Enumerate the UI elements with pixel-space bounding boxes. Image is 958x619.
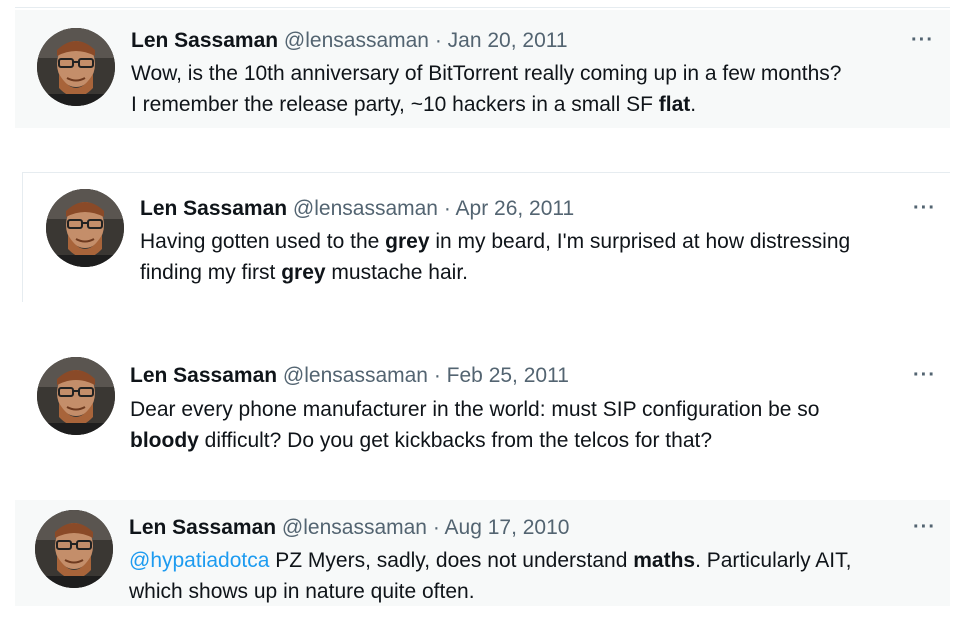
author-handle[interactable]: @lensassaman <box>282 516 427 539</box>
avatar-photo <box>37 357 115 435</box>
avatar[interactable] <box>35 510 113 588</box>
bold-text: flat <box>658 93 691 116</box>
more-horizontal-icon[interactable]: ··· <box>913 517 936 537</box>
separator-dot: · <box>434 29 442 52</box>
tweet-card[interactable]: Len Sassaman @lensassaman · Jan 20, 2011… <box>15 10 950 128</box>
tweet-date[interactable]: Feb 25, 2011 <box>447 364 569 387</box>
tweet-text-line: Wow, is the 10th anniversary of BitTorre… <box>131 58 841 89</box>
text-segment: I remember the release party, ~10 hacker… <box>131 93 659 116</box>
text-segment: Dear every phone manufacturer in the wor… <box>130 398 820 421</box>
tweet-text-line: which shows up in nature quite often. <box>129 576 851 607</box>
tweet-text-line: Having gotten used to the grey in my bea… <box>140 226 850 257</box>
bold-text: grey <box>385 230 430 253</box>
text-segment: in my beard, I'm surprised at how distre… <box>429 230 851 253</box>
bold-text: bloody <box>130 429 199 452</box>
author-name[interactable]: Len Sassaman <box>131 29 278 52</box>
author-name[interactable]: Len Sassaman <box>140 197 287 220</box>
tweet-collage: Len Sassaman @lensassaman · Jan 20, 2011… <box>0 0 958 619</box>
text-segment: Having gotten used to the <box>140 230 386 253</box>
tweet-card[interactable]: Len Sassaman @lensassaman · Feb 25, 2011… <box>15 345 950 463</box>
text-segment: difficult? Do you get kickbacks from the… <box>198 429 713 452</box>
avatar[interactable] <box>37 357 115 435</box>
tweet-date[interactable]: Aug 17, 2010 <box>445 516 570 539</box>
avatar[interactable] <box>37 28 115 106</box>
more-horizontal-icon[interactable]: ··· <box>913 198 936 218</box>
tweet-date[interactable]: Apr 26, 2011 <box>456 197 575 220</box>
tweet-header: Len Sassaman @lensassaman · Aug 17, 2010 <box>129 514 569 542</box>
text-segment: . <box>690 93 697 116</box>
text-segment: which shows up in nature quite often. <box>129 580 475 603</box>
tweet-text-line: bloody difficult? Do you get kickbacks f… <box>130 425 819 456</box>
top-divider <box>15 7 950 8</box>
avatar-photo <box>46 189 124 267</box>
tweet-card[interactable]: Len Sassaman @lensassaman · Apr 26, 2011… <box>23 173 950 300</box>
tweet-text: Dear every phone manufacturer in the wor… <box>130 394 819 456</box>
tweet-text: Having gotten used to the grey in my bea… <box>140 226 850 288</box>
separator-dot: · <box>433 364 441 387</box>
mention-link[interactable]: @hypatiadotca <box>129 549 269 572</box>
separator-dot: · <box>443 197 451 220</box>
tweet-header: Len Sassaman @lensassaman · Feb 25, 2011 <box>130 362 569 390</box>
text-segment: PZ Myers, sadly, does not understand <box>269 549 634 572</box>
tweet-text-line: @hypatiadotca PZ Myers, sadly, does not … <box>129 545 851 576</box>
tweet-text-line: Dear every phone manufacturer in the wor… <box>130 394 819 425</box>
separator-dot: · <box>432 516 440 539</box>
text-segment: . Particularly AIT, <box>695 549 852 572</box>
tweet-text: Wow, is the 10th anniversary of BitTorre… <box>131 58 841 120</box>
avatar-photo <box>35 510 113 588</box>
more-horizontal-icon[interactable]: ··· <box>913 365 936 385</box>
avatar[interactable] <box>46 189 124 267</box>
tweet-header: Len Sassaman @lensassaman · Jan 20, 2011 <box>131 27 568 55</box>
tweet-text-line: I remember the release party, ~10 hacker… <box>131 89 841 120</box>
tweet-date[interactable]: Jan 20, 2011 <box>448 29 568 52</box>
tweet-header: Len Sassaman @lensassaman · Apr 26, 2011 <box>140 195 574 223</box>
text-segment: finding my first <box>140 261 282 284</box>
text-segment: Wow, is the 10th anniversary of BitTorre… <box>131 62 842 85</box>
tweet-text-line: finding my first grey mustache hair. <box>140 257 850 288</box>
tweet-card[interactable]: Len Sassaman @lensassaman · Aug 17, 2010… <box>15 500 950 606</box>
author-handle[interactable]: @lensassaman <box>283 364 428 387</box>
bold-text: grey <box>281 261 326 284</box>
tweet-text: @hypatiadotca PZ Myers, sadly, does not … <box>129 545 851 607</box>
text-segment: mustache hair. <box>325 261 468 284</box>
avatar-photo <box>37 28 115 106</box>
more-horizontal-icon[interactable]: ··· <box>911 30 934 50</box>
bold-text: maths <box>633 549 696 572</box>
author-handle[interactable]: @lensassaman <box>284 29 429 52</box>
author-name[interactable]: Len Sassaman <box>129 516 276 539</box>
author-handle[interactable]: @lensassaman <box>293 197 438 220</box>
author-name[interactable]: Len Sassaman <box>130 364 277 387</box>
